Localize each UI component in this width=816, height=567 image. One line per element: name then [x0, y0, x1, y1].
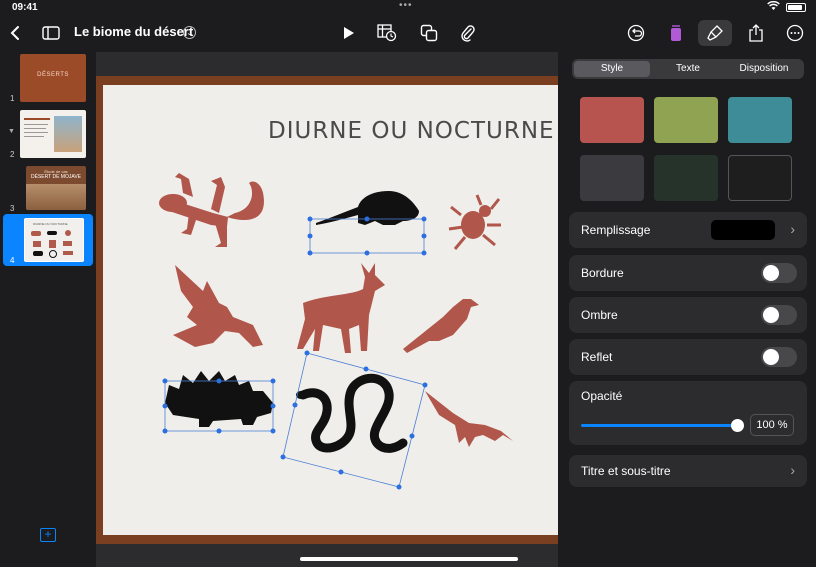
- style-swatch-red[interactable]: [580, 97, 644, 143]
- opacity-row: Opacité 100 %: [569, 381, 807, 445]
- wifi-icon: [767, 0, 780, 14]
- table-clock-icon[interactable]: [376, 20, 398, 46]
- beetle-icon: [448, 194, 501, 250]
- porcupine-icon: [162, 371, 276, 434]
- thumb-title: DÉSERTS: [37, 72, 69, 78]
- deer-icon: [297, 263, 385, 353]
- sidebar-toggle-icon[interactable]: [40, 20, 62, 46]
- thumb-title: DIURNE OU NOCTURNE: [33, 222, 68, 226]
- bat-icon: [425, 391, 513, 447]
- format-tabs: Style Texte Disposition: [572, 59, 804, 79]
- format-brush-button[interactable]: [698, 20, 732, 46]
- shapes-icon[interactable]: [419, 20, 439, 46]
- paintbrush-icon: [707, 25, 723, 41]
- slide-navigator: 1 DÉSERTS ▼ 2 3 Étude de cas DÉSERT DE M…: [0, 52, 96, 567]
- battery-icon: [786, 3, 806, 12]
- tab-arrange[interactable]: Disposition: [726, 61, 802, 77]
- play-icon[interactable]: [340, 20, 358, 46]
- format-layers-icon[interactable]: [667, 20, 685, 46]
- title-subtitle-label: Titre et sous-titre: [581, 464, 671, 478]
- style-swatch-gray[interactable]: [580, 155, 644, 201]
- eagle-icon: [173, 265, 263, 347]
- style-swatch-green[interactable]: [654, 97, 718, 143]
- home-indicator: [300, 557, 518, 561]
- border-row: Bordure: [569, 255, 807, 291]
- slide-number: 4: [10, 256, 15, 265]
- reflection-row: Reflet: [569, 339, 807, 375]
- shadow-toggle[interactable]: [761, 305, 797, 325]
- back-chevron-icon[interactable]: [6, 20, 24, 46]
- reflection-toggle[interactable]: [761, 347, 797, 367]
- title-menu-chevron-icon[interactable]: ⌄: [183, 26, 196, 39]
- add-slide-button[interactable]: +: [40, 528, 56, 542]
- collapse-triangle-icon[interactable]: ▼: [8, 128, 15, 135]
- tab-text[interactable]: Texte: [650, 61, 726, 77]
- chevron-right-icon: ›: [790, 221, 795, 237]
- slide-thumb-image: DIURNE OU NOCTURNE: [24, 218, 84, 262]
- slide-number: 2: [10, 150, 15, 159]
- status-bar: 09:41 •••: [0, 0, 816, 14]
- opacity-slider-knob[interactable]: [731, 419, 744, 432]
- tab-style[interactable]: Style: [574, 61, 650, 77]
- format-panel: Style Texte Disposition Remplissage › Bo…: [558, 52, 816, 567]
- slide-number: 1: [10, 94, 15, 103]
- border-toggle[interactable]: [761, 263, 797, 283]
- fill-label: Remplissage: [581, 223, 651, 237]
- slide-thumb-image: [20, 110, 86, 158]
- style-swatch-dark-green[interactable]: [654, 155, 718, 201]
- slide-thumb-image: Étude de cas DÉSERT DE MOJAVE: [26, 166, 86, 210]
- fill-row[interactable]: Remplissage ›: [569, 212, 807, 248]
- snake-icon: [280, 350, 428, 490]
- opacity-slider-track[interactable]: [581, 424, 737, 427]
- chevron-right-icon: ›: [790, 462, 795, 478]
- multitasking-dots-icon[interactable]: •••: [399, 0, 413, 11]
- paperclip-icon[interactable]: [458, 20, 478, 46]
- current-slide[interactable]: DIURNE OU NOCTURNE: [103, 85, 558, 535]
- bird-icon: [403, 299, 479, 353]
- style-swatch-teal[interactable]: [728, 97, 792, 143]
- slide-graphics: [159, 173, 513, 490]
- share-icon[interactable]: [746, 20, 766, 46]
- style-swatch-black[interactable]: [728, 155, 792, 201]
- document-title[interactable]: Le biome du désert: [74, 24, 193, 39]
- slide-border: DIURNE OU NOCTURNE: [96, 76, 558, 544]
- thumb-title: DÉSERT DE MOJAVE: [30, 174, 81, 180]
- shadow-row: Ombre: [569, 297, 807, 333]
- opacity-label: Opacité: [581, 389, 623, 403]
- undo-icon[interactable]: [626, 20, 646, 46]
- opacity-value-field[interactable]: 100 %: [750, 414, 794, 436]
- status-time: 09:41: [12, 2, 38, 13]
- toolbar: Le biome du désert ⌄: [0, 14, 816, 52]
- reflection-label: Reflet: [581, 350, 613, 364]
- rat-icon: [307, 191, 427, 256]
- slide-thumb-image: DÉSERTS: [20, 54, 86, 102]
- lizard-icon: [159, 173, 264, 247]
- shadow-label: Ombre: [581, 308, 618, 322]
- slide-canvas[interactable]: DIURNE OU NOCTURNE: [96, 52, 558, 567]
- title-subtitle-row[interactable]: Titre et sous-titre ›: [569, 455, 807, 487]
- fill-color-well[interactable]: [711, 220, 775, 240]
- slide-number: 3: [10, 204, 15, 213]
- more-icon[interactable]: [785, 20, 805, 46]
- border-label: Bordure: [581, 266, 624, 280]
